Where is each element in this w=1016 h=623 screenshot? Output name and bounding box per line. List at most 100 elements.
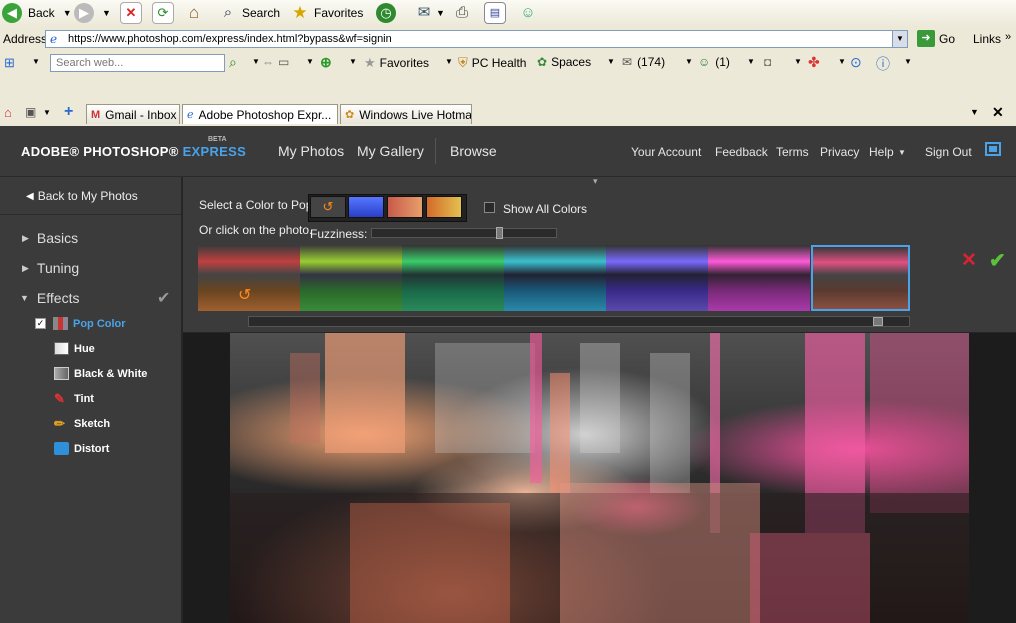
window-icon[interactable]: ▭: [278, 55, 289, 69]
mail-link[interactable]: ✉ (174): [622, 55, 665, 69]
chevron-down-icon[interactable]: ▼: [685, 57, 693, 66]
add-icon[interactable]: ⊕: [320, 54, 332, 71]
terms-link[interactable]: Terms: [776, 145, 809, 159]
back-to-my-photos-link[interactable]: ◀ Back to My Photos: [26, 189, 138, 203]
chevron-down-icon[interactable]: ▼: [43, 108, 51, 117]
nav-browse[interactable]: Browse: [450, 143, 497, 159]
chevron-down-icon[interactable]: ▼: [607, 57, 615, 66]
sidebar-item-tuning[interactable]: ▶ Tuning: [22, 260, 79, 276]
privacy-link[interactable]: Privacy: [820, 145, 859, 159]
effect-label: Pop Color: [73, 317, 126, 330]
contacts-link[interactable]: ☺ (1): [698, 55, 730, 69]
sidebar-item-basics[interactable]: ▶ Basics: [22, 230, 78, 246]
effect-sketch[interactable]: ✏ Sketch: [54, 417, 110, 430]
forward-button[interactable]: ▶ ▼: [74, 3, 111, 23]
app-logo[interactable]: ADOBE® PHOTOSHOP® EXPRESS: [21, 144, 246, 159]
chevron-down-icon[interactable]: ▼: [892, 31, 907, 47]
tab-label: Adobe Photoshop Expr...: [198, 107, 332, 122]
search-web-input[interactable]: Search web...: [50, 54, 225, 72]
windows-logo-icon[interactable]: ⊞: [4, 55, 15, 71]
chevron-down-icon[interactable]: ▼: [970, 107, 979, 117]
edit-button[interactable]: ▤: [484, 2, 506, 24]
print-icon: ⎙: [455, 4, 468, 21]
tab-list-icon[interactable]: ▣: [25, 105, 36, 119]
effect-distort[interactable]: Distort: [54, 442, 109, 455]
mail-button[interactable]: ✉ ▼: [414, 3, 445, 23]
pop-color-thumb[interactable]: [606, 245, 708, 311]
your-account-link[interactable]: Your Account: [631, 145, 701, 159]
scrollbar-handle[interactable]: [873, 317, 883, 326]
toolbar-arrow-icon[interactable]: ⇔: [262, 55, 274, 69]
toolbar-options-icon[interactable]: ⊙: [850, 54, 862, 71]
pop-color-thumb[interactable]: [300, 245, 402, 311]
chevron-down-icon[interactable]: ▼: [32, 57, 40, 66]
new-tab-icon[interactable]: +: [64, 103, 73, 121]
chevron-down-icon[interactable]: ▼: [445, 57, 453, 66]
cancel-icon[interactable]: ✕: [961, 249, 977, 272]
butterfly-icon[interactable]: ✤: [808, 54, 820, 71]
chevron-down-icon[interactable]: ▼: [898, 148, 906, 157]
pc-health-link[interactable]: ⛨ PC Health: [458, 55, 526, 71]
url-field[interactable]: ℯ https://www.photoshop.com/express/inde…: [45, 30, 908, 48]
rss-icon[interactable]: ◘: [764, 55, 771, 69]
beta-badge: BETA: [208, 136, 227, 143]
refresh-button[interactable]: ⟳: [152, 2, 174, 24]
pop-color-thumb[interactable]: [708, 245, 810, 311]
pop-color-thumb[interactable]: [504, 245, 606, 311]
tab-hotmail[interactable]: ✿ Windows Live Hotmail: [340, 104, 472, 124]
swatch-blue[interactable]: [348, 196, 384, 218]
effect-tint[interactable]: ✎ Tint: [54, 392, 94, 405]
collapse-handle-icon[interactable]: ▾: [593, 176, 598, 187]
chevron-down-icon[interactable]: ▼: [794, 57, 802, 66]
pop-color-thumb-selected[interactable]: [811, 245, 910, 311]
tab-photoshop[interactable]: ℯ Adobe Photoshop Expr...: [182, 104, 338, 124]
chevron-down-icon[interactable]: ▼: [904, 57, 912, 66]
effect-pop-color[interactable]: Pop Color: [53, 317, 126, 330]
nav-divider: [435, 138, 436, 164]
pop-color-thumb[interactable]: [402, 245, 504, 311]
thumb-scrollbar[interactable]: [248, 316, 910, 327]
slider-handle[interactable]: [496, 227, 503, 239]
stop-button[interactable]: ✕: [120, 2, 142, 24]
swatch-orange[interactable]: [426, 196, 462, 218]
home-icon[interactable]: ⌂: [4, 105, 12, 120]
swatch-picker[interactable]: ↺: [310, 196, 346, 218]
messenger-button[interactable]: ☺: [518, 3, 538, 23]
sign-out-link[interactable]: Sign Out: [925, 145, 972, 159]
tab-gmail[interactable]: M Gmail - Inbox: [86, 104, 180, 124]
spaces-link[interactable]: ✿ Spaces: [537, 55, 591, 69]
chevron-down-icon[interactable]: ▼: [306, 57, 314, 66]
feedback-link[interactable]: Feedback: [715, 145, 768, 159]
print-button[interactable]: ⎙: [452, 3, 472, 23]
home-button[interactable]: ⌂: [184, 3, 204, 23]
sidebar-item-effects[interactable]: ▼ Effects: [20, 290, 79, 306]
fuzziness-slider[interactable]: [371, 227, 557, 239]
help-link[interactable]: Help: [869, 145, 894, 159]
chevron-right-icon[interactable]: »: [1005, 31, 1011, 43]
help-icon[interactable]: ⓘ: [876, 54, 890, 74]
chevron-down-icon[interactable]: ▼: [252, 57, 260, 66]
nav-my-photos[interactable]: My Photos: [278, 143, 344, 159]
close-icon[interactable]: ✕: [992, 104, 1004, 121]
effect-hue[interactable]: Hue: [54, 342, 95, 355]
swatch-red[interactable]: [387, 196, 423, 218]
go-button[interactable]: ➜ Go: [917, 30, 955, 47]
chevron-down-icon[interactable]: ▼: [349, 57, 357, 66]
effect-black-white[interactable]: Black & White: [54, 367, 147, 380]
fullscreen-icon[interactable]: [985, 142, 1001, 156]
search-button[interactable]: ⌕ Search: [218, 3, 280, 23]
chevron-down-icon[interactable]: ▼: [747, 57, 755, 66]
photo-preview[interactable]: [230, 333, 969, 623]
nav-my-gallery[interactable]: My Gallery: [357, 143, 424, 159]
show-all-colors-checkbox[interactable]: [484, 202, 495, 213]
chevron-down-icon[interactable]: ▼: [838, 57, 846, 66]
history-button[interactable]: ◷: [376, 3, 396, 23]
pop-color-thumb[interactable]: ↺: [198, 245, 300, 311]
favorites-link[interactable]: ★ Favorites: [364, 55, 429, 71]
search-icon[interactable]: ⌕: [229, 54, 237, 71]
favorites-button[interactable]: ★ Favorites: [290, 3, 363, 23]
apply-icon[interactable]: ✔: [989, 248, 1006, 273]
back-button[interactable]: ◀ Back ▼: [2, 3, 72, 23]
links-label[interactable]: Links: [973, 32, 1001, 46]
pop-color-checkbox[interactable]: ✓: [35, 318, 46, 329]
